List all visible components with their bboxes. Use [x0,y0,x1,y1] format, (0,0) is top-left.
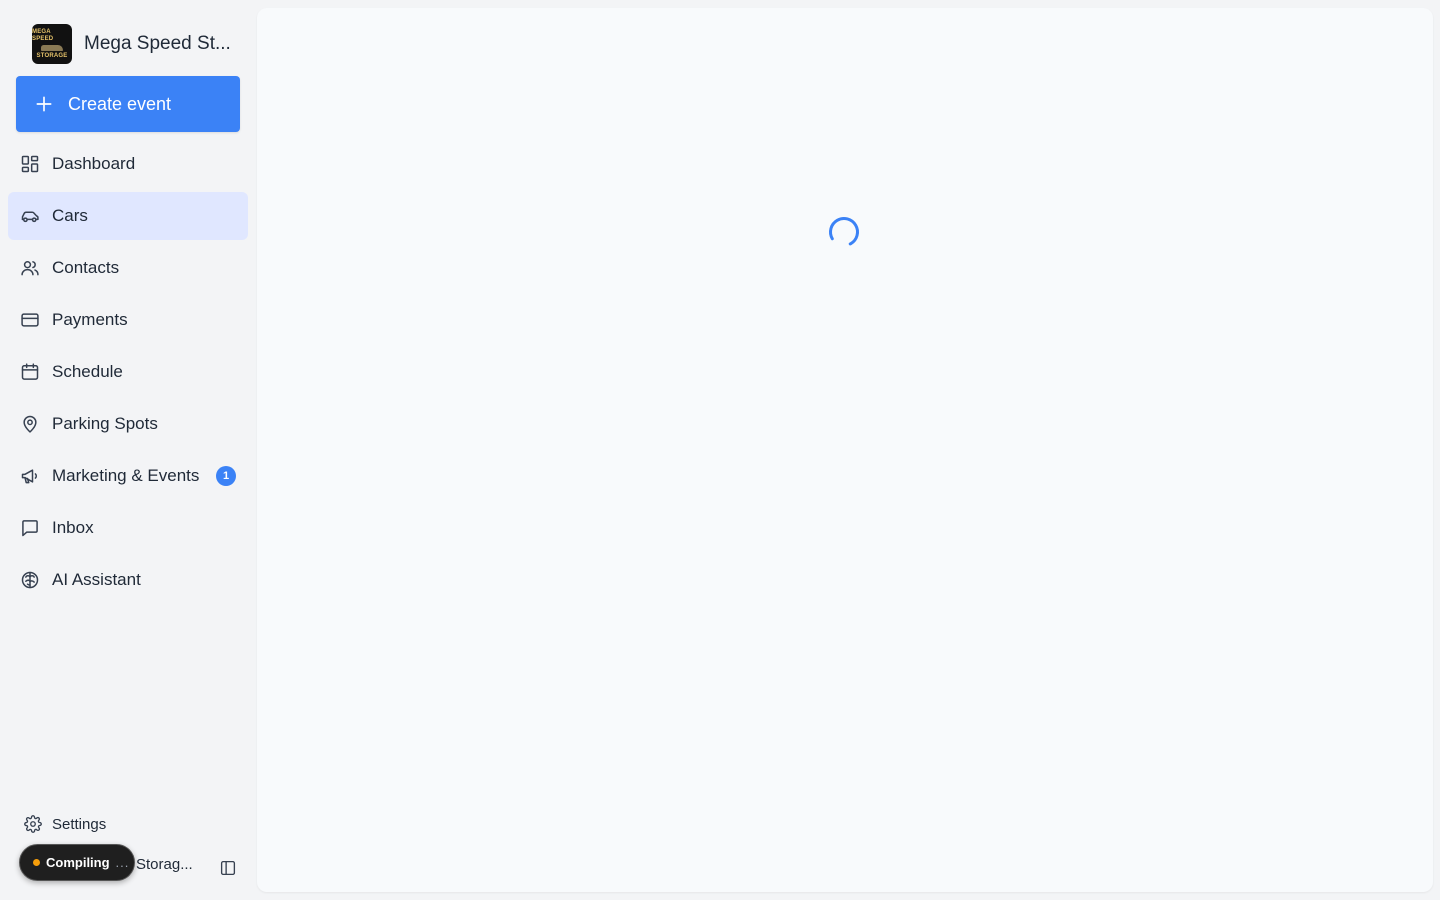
nav-label: Marketing & Events [52,466,200,485]
logo-car-mark [41,44,63,51]
nav-label: Schedule [52,362,123,381]
nav-label: Parking Spots [52,414,158,433]
nav-item-marketing-events[interactable]: Marketing & Events 1 [8,452,248,500]
sidebar: MEGA SPEED STORAGE Mega Speed St... Crea… [0,0,256,900]
brand-name: Mega Speed St... [84,33,231,54]
nav-item-schedule[interactable]: Schedule [8,348,248,396]
account-name: Storag... [136,856,193,873]
create-event-button[interactable]: Create event [16,76,240,132]
loading-spinner-icon [829,217,859,248]
dashboard-icon [21,155,39,173]
nav-item-cars[interactable]: Cars [8,192,248,240]
sidebar-collapse-button[interactable] [219,859,237,877]
settings-link[interactable]: Settings [24,812,106,836]
nav-label: AI Assistant [52,570,141,589]
message-square-icon [22,520,38,537]
main-nav: Dashboard Cars Contacts Payments Schedul… [8,140,248,608]
nav-item-payments[interactable]: Payments [8,296,248,344]
settings-label: Settings [52,815,107,833]
car-icon [21,211,39,223]
users-icon [21,261,39,276]
calendar-icon [21,363,39,380]
nav-label: Dashboard [52,154,136,173]
credit-card-icon [21,313,39,327]
compiling-indicator: Compiling ... [19,844,135,881]
status-dot [33,859,40,866]
create-event-label: Create event [68,93,172,114]
compiling-label: Compiling [46,855,110,870]
nav-label: Payments [52,310,128,329]
megaphone-icon [21,469,38,484]
brand-logo: MEGA SPEED STORAGE [32,24,72,64]
nav-item-contacts[interactable]: Contacts [8,244,248,292]
nav-item-ai-assistant[interactable]: AI Assistant [8,556,248,604]
nav-item-inbox[interactable]: Inbox [8,504,248,552]
nav-label: Cars [52,206,88,225]
brand-switcher[interactable]: MEGA SPEED STORAGE Mega Speed St... [32,24,242,64]
nav-item-dashboard[interactable]: Dashboard [8,140,248,188]
logo-text-top: MEGA SPEED [32,28,54,42]
nav-label: Inbox [52,518,94,537]
gear-icon [24,815,42,833]
notification-badge: 1 [216,466,236,486]
plus-icon [36,96,52,112]
panel-left-icon [220,860,236,876]
brain-icon [21,571,39,589]
compiling-dots: ... [115,855,130,870]
logo-text-bottom: STORAGE [36,52,68,59]
nav-label: Contacts [52,258,120,277]
main-content [257,8,1433,892]
nav-item-parking-spots[interactable]: Parking Spots [8,400,248,448]
map-pin-icon [23,415,37,433]
